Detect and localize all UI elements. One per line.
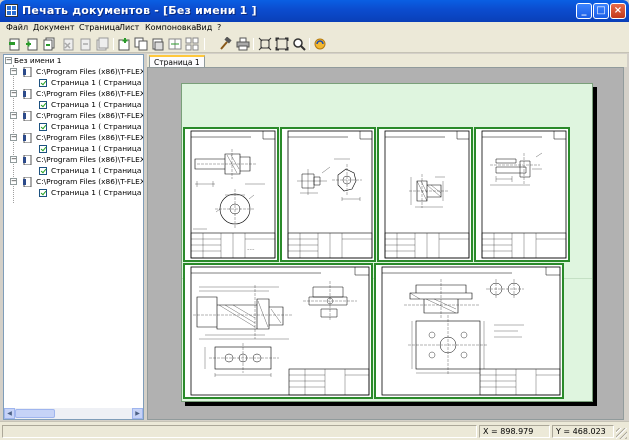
- tree-document[interactable]: − C:\Program Files (x86)\T-FLEX\: [4, 154, 144, 166]
- document-path: C:\Program Files (x86)\T-FLEX\: [36, 133, 144, 142]
- add-pages-icon[interactable]: [42, 37, 56, 51]
- refresh-icon[interactable]: [313, 37, 327, 51]
- sheet-drawing-6[interactable]: [374, 263, 564, 399]
- toolbar-separator: [309, 38, 310, 50]
- toolbar: [0, 36, 629, 53]
- status-y-coordinate: Y = 468.023: [552, 425, 614, 438]
- add-document-icon[interactable]: [8, 37, 22, 51]
- document-icon: [23, 176, 32, 188]
- page-checkbox[interactable]: [39, 123, 47, 131]
- sheet-drawing-2[interactable]: [280, 127, 376, 262]
- collapse-icon[interactable]: −: [10, 90, 17, 97]
- tree-document[interactable]: − C:\Program Files (x86)\T-FLEX\: [4, 176, 144, 188]
- toolbar-separator: [113, 38, 114, 50]
- copy-sheet-icon[interactable]: [134, 37, 148, 51]
- document-path: C:\Program Files (x86)\T-FLEX\: [36, 89, 144, 98]
- menu-help[interactable]: ?: [217, 23, 221, 32]
- page-label: Страница 1 ( Страница 1 ): [51, 188, 144, 197]
- document-path: C:\Program Files (x86)\T-FLEX\: [36, 177, 144, 186]
- sheet-drawing-1[interactable]: ~~~: [183, 127, 279, 262]
- collapse-icon[interactable]: −: [10, 156, 17, 163]
- toolbar-separator: [204, 38, 205, 50]
- status-message: [2, 425, 477, 438]
- page-label: Страница 1 ( Страница 1 ): [51, 78, 144, 87]
- menu-document[interactable]: Документ: [33, 23, 75, 32]
- fit-page-icon[interactable]: [275, 37, 289, 51]
- scroll-right-icon[interactable]: ▶: [132, 408, 143, 419]
- page-checkbox[interactable]: [39, 145, 47, 153]
- resize-grip-icon[interactable]: [616, 428, 627, 439]
- document-path: C:\Program Files (x86)\T-FLEX\: [36, 67, 144, 76]
- add-page-icon[interactable]: [25, 37, 39, 51]
- sheet-drawing-4[interactable]: [474, 127, 570, 262]
- status-bar: X = 898.979 Y = 468.023: [0, 421, 629, 440]
- document-icon: [23, 66, 32, 78]
- title-bar[interactable]: Печать документов - [Без имени 1 ] _ □ ×: [0, 0, 629, 22]
- delete-all-icon[interactable]: [95, 37, 109, 51]
- tree-root-label: Без имени 1: [14, 56, 62, 65]
- page-label: Страница 1 ( Страница 1 ): [51, 122, 144, 131]
- tree-document[interactable]: − C:\Program Files (x86)\T-FLEX\: [4, 132, 144, 144]
- document-icon: [23, 154, 32, 166]
- collapse-icon[interactable]: −: [10, 68, 17, 75]
- maximize-button[interactable]: □: [593, 3, 609, 19]
- toolbar-separator: [253, 38, 254, 50]
- sheet-drawing-5[interactable]: [183, 263, 373, 399]
- document-icon: [23, 132, 32, 144]
- minimize-button[interactable]: _: [576, 3, 592, 19]
- status-x-coordinate: X = 898.979: [479, 425, 550, 438]
- menu-view[interactable]: Вид: [196, 23, 212, 32]
- app-icon[interactable]: [5, 4, 18, 17]
- document-icon: [23, 88, 32, 100]
- paste-sheet-icon[interactable]: [151, 37, 165, 51]
- collapse-icon[interactable]: −: [5, 57, 12, 64]
- document-tree[interactable]: − Без имени 1 − C:\Program Files (x86)\T…: [3, 54, 144, 420]
- page-checkbox[interactable]: [39, 167, 47, 175]
- print-icon[interactable]: [236, 37, 250, 51]
- menu-page[interactable]: Страница: [79, 23, 120, 32]
- hammer-icon[interactable]: [218, 36, 232, 51]
- zoom-icon[interactable]: [292, 37, 306, 51]
- page-checkbox[interactable]: [39, 101, 47, 109]
- document-icon: [23, 110, 32, 122]
- scroll-left-icon[interactable]: ◀: [4, 408, 15, 419]
- preview-canvas[interactable]: ~~~: [147, 67, 624, 420]
- arrange-all-icon[interactable]: [185, 37, 199, 51]
- tree-document[interactable]: − C:\Program Files (x86)\T-FLEX\: [4, 88, 144, 100]
- svg-text:~~~: ~~~: [247, 247, 255, 251]
- collapse-icon[interactable]: −: [10, 178, 17, 185]
- fit-width-icon[interactable]: [258, 37, 272, 51]
- page-label: Страница 1 ( Страница 1 ): [51, 166, 144, 175]
- collapse-icon[interactable]: −: [10, 112, 17, 119]
- tab-strip: Страница 1: [147, 54, 627, 68]
- arrange-icon[interactable]: [168, 37, 182, 51]
- tree-document[interactable]: − C:\Program Files (x86)\T-FLEX\: [4, 110, 144, 122]
- page-label: Страница 1 ( Страница 1 ): [51, 100, 144, 109]
- menu-sheet[interactable]: Лист: [119, 23, 139, 32]
- delete-document-icon[interactable]: [61, 37, 75, 51]
- page-checkbox[interactable]: [39, 79, 47, 87]
- delete-page-icon[interactable]: [78, 37, 92, 51]
- print-sheet[interactable]: ~~~: [181, 83, 593, 402]
- document-path: C:\Program Files (x86)\T-FLEX\: [36, 111, 144, 120]
- page-checkbox[interactable]: [39, 189, 47, 197]
- tree-document[interactable]: − C:\Program Files (x86)\T-FLEX\: [4, 66, 144, 78]
- collapse-icon[interactable]: −: [10, 134, 17, 141]
- tree-horizontal-scrollbar[interactable]: ◀ ▶: [4, 408, 143, 419]
- document-path: C:\Program Files (x86)\T-FLEX\: [36, 155, 144, 164]
- new-sheet-icon[interactable]: [117, 37, 131, 51]
- menu-layout[interactable]: Компоновка: [145, 23, 196, 32]
- scroll-thumb[interactable]: [15, 409, 55, 418]
- page-label: Страница 1 ( Страница 1 ): [51, 144, 144, 153]
- close-button[interactable]: ×: [610, 3, 626, 19]
- menu-file[interactable]: Файл: [6, 23, 28, 32]
- sheet-drawing-3[interactable]: [377, 127, 473, 262]
- menu-bar: Файл Документ Страница Лист Компоновка В…: [0, 22, 629, 36]
- window-title: Печать документов - [Без имени 1 ]: [22, 4, 257, 17]
